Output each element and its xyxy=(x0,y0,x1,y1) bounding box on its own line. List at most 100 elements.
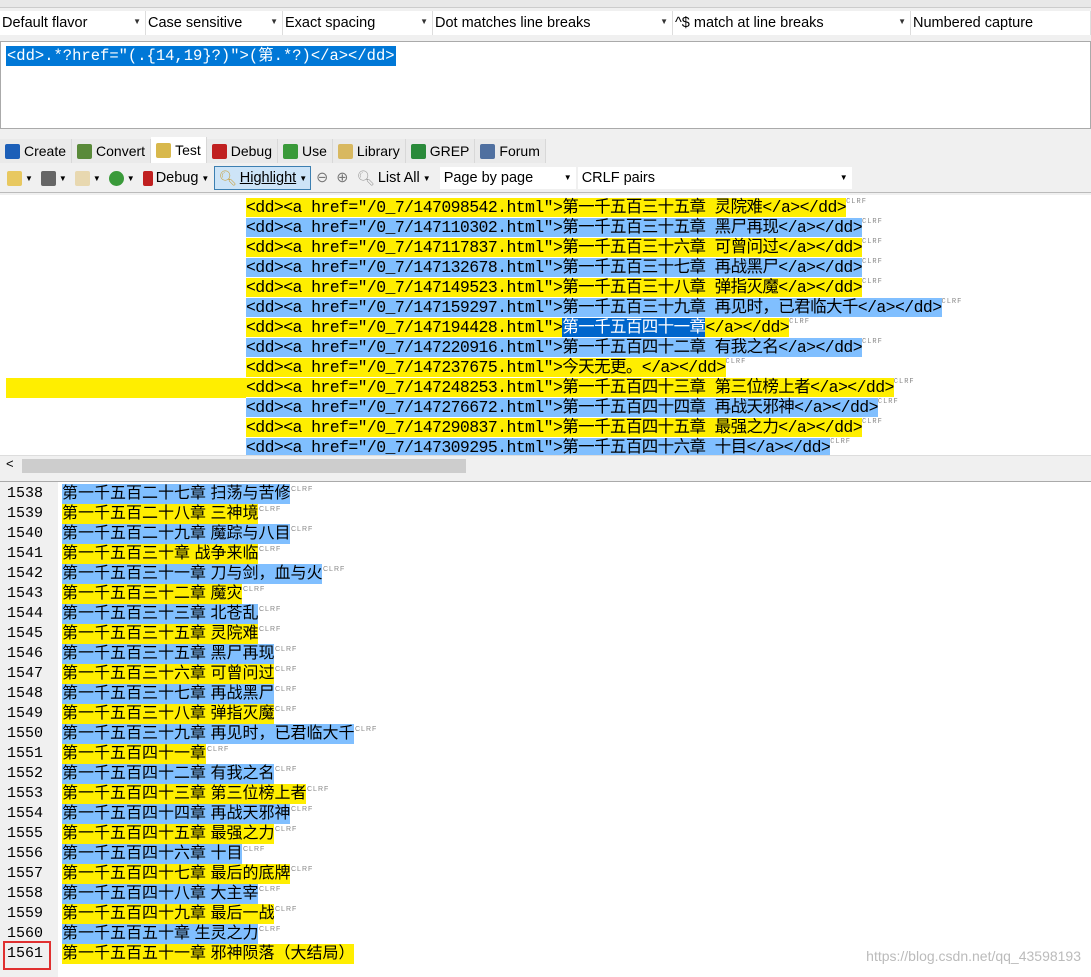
result-title: 第一千五百三十八章 弹指灭魔 xyxy=(62,705,275,722)
case-select[interactable]: Case sensitive ▼ xyxy=(146,11,283,35)
result-row[interactable]: 1551 第一千五百四十一章 CLRF xyxy=(0,744,1091,764)
save-button[interactable]: ▼ xyxy=(38,166,70,190)
result-row[interactable]: 1556 第一千五百四十六章 十目 CLRF xyxy=(0,844,1091,864)
tab-forum[interactable]: Forum xyxy=(475,139,546,163)
crlf-marker: CLRF xyxy=(291,806,314,813)
line-number: 1539 xyxy=(7,505,44,522)
result-text: 第一千五百三十五章 灵院难 xyxy=(62,624,259,644)
test-subject-editor[interactable]: <dd><a href="/0_7/147098542.html">第一千五百三… xyxy=(0,195,1091,455)
tab-create[interactable]: Create xyxy=(0,139,73,163)
result-row[interactable]: 1541 第一千五百三十章 战争来临 CLRF xyxy=(0,544,1091,564)
result-row[interactable]: 1545 第一千五百三十五章 灵院难 CLRF xyxy=(0,624,1091,644)
result-text: 第一千五百四十二章 有我之名 xyxy=(62,764,275,784)
result-row[interactable]: 1549 第一千五百三十八章 弹指灭魔 CLRF xyxy=(0,704,1091,724)
crlf-marker: CLRF xyxy=(307,786,330,793)
result-row[interactable]: 1557 第一千五百四十七章 最后的底牌 CLRF xyxy=(0,864,1091,884)
line-number: 1552 xyxy=(7,765,44,782)
convert-icon xyxy=(77,143,93,159)
tab-label: Use xyxy=(302,143,327,159)
match-results-list[interactable]: 1538 第一千五百二十七章 扫荡与苦修 CLRF 1539 第一千五百二十八章 三神境… xyxy=(0,481,1091,977)
line-suffix: </a></dd> xyxy=(794,398,878,417)
tab-label: Test xyxy=(175,142,201,158)
crlf-marker: CLRF xyxy=(259,886,282,893)
tab-grep[interactable]: GREP xyxy=(405,139,476,163)
line-number: 1541 xyxy=(7,545,44,562)
chapter-title: 第一千五百三十五章 灵院难 xyxy=(562,198,763,217)
forum-icon xyxy=(480,143,496,159)
next-match-button[interactable]: ⊕ xyxy=(333,166,351,190)
anchors-select[interactable]: ^$ match at line breaks ▼ xyxy=(673,11,911,35)
line-suffix: </a></dd> xyxy=(810,378,894,397)
line-suffix: </a></dd> xyxy=(778,418,863,437)
result-row[interactable]: 1560 第一千五百五十章 生灵之力 CLRF xyxy=(0,924,1091,944)
result-row[interactable]: 1538 第一千五百二十七章 扫荡与苦修 CLRF xyxy=(0,484,1091,504)
crlf-marker: CLRF xyxy=(862,418,883,426)
result-text: 第一千五百三十八章 弹指灭魔 xyxy=(62,704,275,724)
chevron-down-icon: ▼ xyxy=(270,17,278,26)
regex-options-bar: Default flavor ▼ Case sensitive ▼ Exact sp… xyxy=(0,11,1091,36)
result-row[interactable]: 1559 第一千五百四十九章 最后一战 CLRF xyxy=(0,904,1091,924)
result-row[interactable]: 1543 第一千五百三十二章 魔灾 CLRF xyxy=(0,584,1091,604)
highlight-button[interactable]: 🔍︎ Highlight ▼ xyxy=(214,166,312,190)
result-row[interactable]: 1546 第一千五百三十五章 黑尸再现 CLRF xyxy=(0,644,1091,664)
horizontal-scrollbar[interactable]: < xyxy=(0,455,1091,475)
flavor-select[interactable]: Default flavor ▼ xyxy=(0,11,146,35)
result-text: 第一千五百三十九章 再见时，已君临大千 xyxy=(62,724,355,744)
result-text: 第一千五百二十九章 魔踪与八目 xyxy=(62,524,291,544)
scrollbar-thumb[interactable] xyxy=(22,459,466,473)
debug-button[interactable]: Debug ▼ xyxy=(140,166,213,190)
result-text: 第一千五百四十一章 xyxy=(62,744,207,764)
result-title: 第一千五百三十五章 灵院难 xyxy=(62,625,259,642)
tab-use[interactable]: Use xyxy=(278,139,333,163)
result-row[interactable]: 1540 第一千五百二十九章 魔踪与八目 CLRF xyxy=(0,524,1091,544)
line-prefix: <dd><a href="/0_7/147159297.html"> xyxy=(246,298,563,317)
result-row[interactable]: 1544 第一千五百三十三章 北苍乱 CLRF xyxy=(0,604,1091,624)
result-row[interactable]: 1542 第一千五百三十一章 刀与剑，血与火 CLRF xyxy=(0,564,1091,584)
line-prefix: <dd><a href="/0_7/147290837.html"> xyxy=(246,418,563,437)
result-row[interactable]: 1550 第一千五百三十九章 再见时，已君临大千 CLRF xyxy=(0,724,1091,744)
scroll-left-icon[interactable]: < xyxy=(6,456,14,471)
crlf-marker: CLRF xyxy=(862,258,883,266)
magnifier-icon: 🔍︎ xyxy=(356,170,375,187)
line-suffix: </a></dd> xyxy=(778,278,863,297)
use-icon xyxy=(283,143,299,159)
page-mode-select[interactable]: Page by page ▼ xyxy=(439,167,576,189)
result-row[interactable]: 1547 第一千五百三十六章 可曾问过 CLRF xyxy=(0,664,1091,684)
capture-select[interactable]: Numbered capture xyxy=(911,11,1091,35)
result-title: 第一千五百三十九章 再见时，已君临大千 xyxy=(62,725,355,742)
line-number: 1546 xyxy=(7,645,44,662)
regex-input[interactable]: <dd>.*?href="(.{14,19}?)">(第.*?)</a></dd… xyxy=(0,41,1091,129)
tab-debug[interactable]: Debug xyxy=(206,139,279,163)
create-icon xyxy=(5,143,20,159)
result-title: 第一千五百四十三章 第三位榜上者 xyxy=(62,785,307,802)
result-row[interactable]: 1554 第一千五百四十四章 再战天邪神 CLRF xyxy=(0,804,1091,824)
debug-label: Debug xyxy=(155,170,199,186)
dot-select[interactable]: Dot matches line breaks ▼ xyxy=(433,11,673,35)
paste-button[interactable]: ▼ xyxy=(72,166,104,190)
spacing-select[interactable]: Exact spacing ▼ xyxy=(283,11,433,35)
grep-icon xyxy=(410,143,426,159)
result-row[interactable]: 1548 第一千五百三十七章 再战黑尸 CLRF xyxy=(0,684,1091,704)
result-row[interactable]: 1539 第一千五百二十八章 三神境 CLRF xyxy=(0,504,1091,524)
spacing-label: Exact spacing xyxy=(285,15,376,31)
tab-test[interactable]: Test xyxy=(151,137,207,163)
result-row[interactable]: 1553 第一千五百四十三章 第三位榜上者 CLRF xyxy=(0,784,1091,804)
tab-convert[interactable]: Convert xyxy=(72,139,152,163)
crlf-marker: CLRF xyxy=(862,338,883,346)
chevron-down-icon: ▼ xyxy=(420,17,428,26)
result-title: 第一千五百三十章 战争来临 xyxy=(62,545,259,562)
result-row[interactable]: 1552 第一千五百四十二章 有我之名 CLRF xyxy=(0,764,1091,784)
result-title: 第一千五百三十一章 刀与剑，血与火 xyxy=(62,565,323,582)
result-title: 第一千五百四十八章 大主宰 xyxy=(62,885,259,902)
result-row[interactable]: 1558 第一千五百四十八章 大主宰 CLRF xyxy=(0,884,1091,904)
open-button[interactable]: ▼ xyxy=(4,166,36,190)
result-row[interactable]: 1555 第一千五百四十五章 最强之力 CLRF xyxy=(0,824,1091,844)
previous-match-button[interactable]: ⊖ xyxy=(313,166,331,190)
list-all-button[interactable]: 🔍︎ List All ▼ xyxy=(353,166,433,190)
tab-library[interactable]: Library xyxy=(332,139,406,163)
crlf-marker: CLRF xyxy=(259,546,282,553)
crlf-marker: CLRF xyxy=(275,686,298,693)
line-break-select[interactable]: CRLF pairs ▼ xyxy=(577,167,852,189)
line-suffix: </a></dd> xyxy=(641,358,726,377)
web-button[interactable]: ▼ xyxy=(106,166,138,190)
